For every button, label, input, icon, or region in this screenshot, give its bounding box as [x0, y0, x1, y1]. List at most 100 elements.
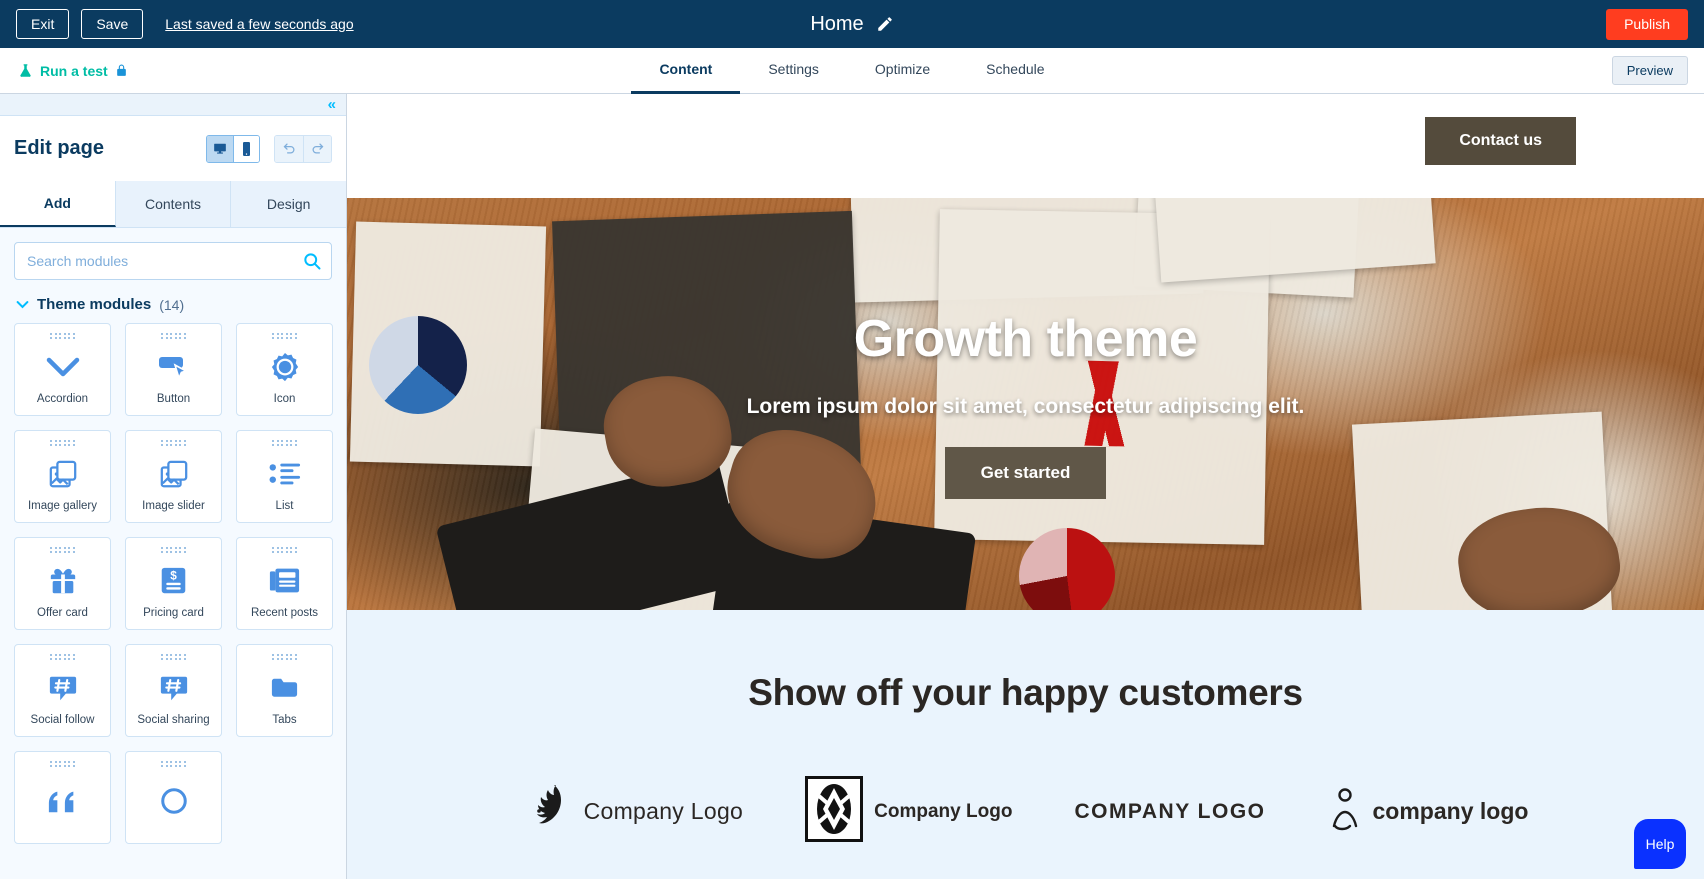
circle-outline-icon	[126, 768, 221, 834]
drag-handle-icon[interactable]	[161, 760, 187, 768]
customer-logo-3: COMPANY LOGO	[1074, 800, 1265, 824]
sidebar-tab-contents[interactable]: Contents	[115, 181, 232, 227]
sidebar-body: Theme modules (14) Accordion	[0, 228, 346, 844]
sidebar-tab-add[interactable]: Add	[0, 181, 116, 227]
search-modules-wrapper	[14, 242, 332, 280]
get-started-button[interactable]: Get started	[944, 447, 1107, 499]
drag-handle-icon[interactable]	[161, 653, 187, 661]
contact-us-button[interactable]: Contact us	[1425, 117, 1576, 165]
top-navigation-bar: Exit Save Last saved a few seconds ago H…	[0, 0, 1704, 48]
drag-handle-icon[interactable]	[50, 760, 76, 768]
module-card-social-sharing[interactable]: Social sharing	[125, 644, 222, 737]
preview-button[interactable]: Preview	[1611, 56, 1688, 85]
person-swirl-icon	[1328, 786, 1362, 837]
drag-handle-icon[interactable]	[161, 546, 187, 554]
module-card-pricing-card[interactable]: $ Pricing card	[125, 537, 222, 630]
image-stack-icon	[126, 447, 221, 500]
viewport-toggle-group	[206, 134, 260, 163]
exit-button[interactable]: Exit	[16, 9, 70, 39]
drag-handle-icon[interactable]	[50, 439, 76, 447]
lion-head-icon	[523, 783, 573, 840]
drag-handle-icon[interactable]	[272, 439, 298, 447]
drag-handle-icon[interactable]	[161, 439, 187, 447]
tab-optimize[interactable]: Optimize	[847, 48, 958, 94]
module-label: Recent posts	[250, 607, 319, 620]
module-label: Social follow	[30, 714, 95, 727]
customer-logo-row: Company Logo Company Logo COMPANY LOGO c…	[523, 776, 1529, 847]
price-dollar-icon: $	[126, 554, 221, 607]
module-card-image-slider[interactable]: Image slider	[125, 430, 222, 523]
module-card-recent-posts[interactable]: Recent posts	[236, 537, 333, 630]
pencil-icon[interactable]	[876, 15, 894, 33]
theme-modules-section-header[interactable]: Theme modules (14)	[16, 296, 332, 313]
module-card-social-follow[interactable]: Social follow	[14, 644, 111, 737]
drag-handle-icon[interactable]	[161, 332, 187, 340]
module-card-tabs[interactable]: Tabs	[236, 644, 333, 737]
module-card-accordion[interactable]: Accordion	[14, 323, 111, 416]
module-card-quote[interactable]	[14, 751, 111, 844]
sidebar-header: Edit page	[0, 116, 346, 181]
secondary-navigation-bar: Run a test Content Settings Optimize Sch…	[0, 48, 1704, 94]
save-button[interactable]: Save	[81, 9, 144, 39]
last-saved-status[interactable]: Last saved a few seconds ago	[165, 16, 353, 32]
customer-logo-text: COMPANY LOGO	[1074, 799, 1266, 823]
module-card-offer-card[interactable]: Offer card	[14, 537, 111, 630]
drag-handle-icon[interactable]	[50, 332, 76, 340]
module-card-list[interactable]: List	[236, 430, 333, 523]
editor-sidebar: « Edit page Add Contents Design Search m…	[0, 94, 347, 879]
sidebar-tab-design[interactable]: Design	[231, 181, 346, 227]
module-label: Pricing card	[143, 607, 204, 620]
collapse-sidebar-icon[interactable]: «	[328, 97, 336, 112]
chevron-down-icon[interactable]	[16, 298, 29, 311]
module-card-image-gallery[interactable]: Image gallery	[14, 430, 111, 523]
mobile-view-button[interactable]	[233, 135, 259, 162]
desktop-view-button[interactable]	[207, 135, 233, 162]
hashtag-bubble-icon	[15, 661, 110, 714]
badge-circle-icon	[237, 340, 332, 393]
help-button[interactable]: Help	[1634, 819, 1686, 869]
bullet-list-icon	[237, 447, 332, 500]
sidebar-header-controls	[206, 134, 332, 163]
module-label: List	[275, 500, 294, 513]
customer-logo-1: Company Logo	[523, 783, 744, 840]
module-card-circle[interactable]	[125, 751, 222, 844]
drag-handle-icon[interactable]	[272, 332, 298, 340]
search-input[interactable]	[14, 242, 332, 280]
module-label: Button	[156, 393, 191, 406]
tab-schedule[interactable]: Schedule	[958, 48, 1072, 94]
drag-handle-icon[interactable]	[272, 546, 298, 554]
module-label: Accordion	[36, 393, 89, 406]
customer-logo-text: Company Logo	[874, 800, 1013, 822]
module-card-button[interactable]: Button	[125, 323, 222, 416]
undo-button[interactable]	[275, 135, 303, 162]
hero-content: Growth theme Lorem ipsum dolor sit amet,…	[347, 198, 1704, 610]
customers-heading: Show off your happy customers	[748, 672, 1303, 713]
section-title: Theme modules	[37, 296, 152, 313]
search-icon[interactable]	[302, 251, 322, 271]
module-grid: Accordion Button Icon Image gallery Imag…	[14, 323, 333, 844]
drag-handle-icon[interactable]	[272, 653, 298, 661]
button-cursor-icon	[126, 340, 221, 393]
gift-icon	[15, 554, 110, 607]
hero-section[interactable]: Growth theme Lorem ipsum dolor sit amet,…	[347, 198, 1704, 610]
drag-handle-icon[interactable]	[50, 546, 76, 554]
svg-text:$: $	[170, 570, 177, 583]
customer-logo-4: company logo	[1328, 786, 1529, 837]
module-card-icon[interactable]: Icon	[236, 323, 333, 416]
module-label: Tabs	[272, 714, 297, 727]
redo-button[interactable]	[303, 135, 331, 162]
tab-settings[interactable]: Settings	[740, 48, 847, 94]
quote-icon	[15, 768, 110, 834]
customer-logo-text: company logo	[1372, 798, 1529, 824]
drag-handle-icon[interactable]	[50, 653, 76, 661]
section-count: (14)	[159, 296, 185, 313]
module-label: Image slider	[142, 500, 205, 513]
module-label: Social sharing	[137, 714, 210, 727]
hero-heading: Growth theme	[853, 310, 1198, 368]
tab-content[interactable]: Content	[631, 48, 741, 94]
module-label: Icon	[273, 393, 296, 406]
customer-logo-2: Company Logo	[805, 776, 1012, 847]
publish-button[interactable]: Publish	[1606, 8, 1688, 40]
page-preview-canvas: Contact us Growth theme Lorem ipsum dolo…	[347, 94, 1704, 879]
customer-logo-text: Company Logo	[583, 798, 744, 824]
